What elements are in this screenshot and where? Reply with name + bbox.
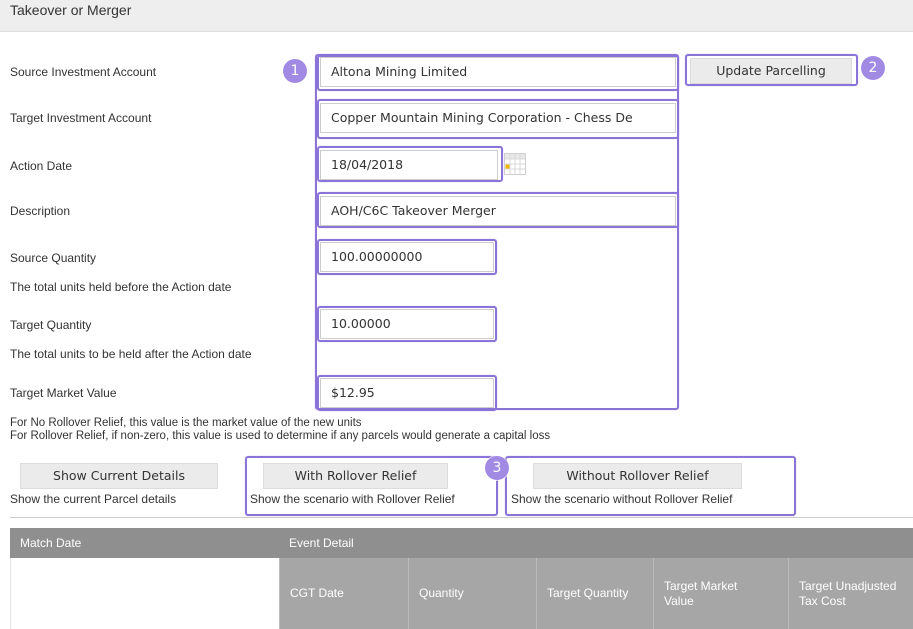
badge-1: 1 <box>283 59 307 83</box>
target-quantity-help: The total units to be held after the Act… <box>10 347 252 361</box>
action-date-input[interactable]: 18/04/2018 <box>320 150 498 180</box>
badge-2: 2 <box>861 56 885 80</box>
source-account-select[interactable]: Altona Mining Limited <box>320 57 676 87</box>
table-header: Match Date Event Detail <box>10 528 913 558</box>
target-account-select[interactable]: Copper Mountain Mining Corporation - Che… <box>320 103 676 133</box>
without-rollover-relief-button[interactable]: Without Rollover Relief <box>533 463 742 489</box>
target-account-label: Target Investment Account <box>10 111 152 125</box>
title-bar: Takeover or Merger <box>0 0 913 32</box>
page-title: Takeover or Merger <box>10 2 132 18</box>
source-quantity-input[interactable]: 100.00000000 <box>320 242 494 272</box>
description-label: Description <box>10 204 71 218</box>
update-parcelling-button[interactable]: Update Parcelling <box>690 58 852 84</box>
with-rollover-relief-help: Show the scenario with Rollover Relief <box>250 492 455 506</box>
source-quantity-help: The total units held before the Action d… <box>10 280 232 294</box>
target-quantity-input[interactable]: 10.00000 <box>320 309 494 339</box>
show-current-details-help: Show the current Parcel details <box>10 492 177 506</box>
column-cgt-date[interactable]: CGT Date <box>279 558 408 629</box>
source-quantity-label: Source Quantity <box>10 251 97 265</box>
source-account-label: Source Investment Account <box>10 65 157 79</box>
column-quantity[interactable]: Quantity <box>408 558 536 629</box>
with-rollover-relief-button[interactable]: With Rollover Relief <box>263 463 448 489</box>
description-input[interactable]: AOH/C6C Takeover Merger <box>320 196 676 226</box>
show-current-details-button[interactable]: Show Current Details <box>20 463 218 489</box>
match-date-cell <box>10 558 279 629</box>
target-quantity-label: Target Quantity <box>10 318 92 332</box>
column-match-date[interactable]: Match Date <box>10 528 81 558</box>
note-no-rollover: For No Rollover Relief, this value is th… <box>10 417 362 429</box>
section-divider <box>10 517 913 518</box>
action-date-label: Action Date <box>10 159 73 173</box>
note-rollover: For Rollover Relief, if non-zero, this v… <box>10 430 551 442</box>
without-rollover-relief-help: Show the scenario without Rollover Relie… <box>511 492 733 506</box>
target-market-value-input[interactable]: $12.95 <box>320 378 494 408</box>
column-target-market-value[interactable]: Target Market Value <box>653 558 788 629</box>
target-market-value-label: Target Market Value <box>10 386 117 400</box>
column-target-unadjusted-tax-cost[interactable]: Target Unadjusted Tax Cost <box>788 558 913 629</box>
column-target-quantity[interactable]: Target Quantity <box>536 558 653 629</box>
badge-3: 3 <box>485 456 509 480</box>
calendar-icon[interactable] <box>504 153 526 175</box>
table-subheader: CGT Date Quantity Target Quantity Target… <box>279 558 913 629</box>
column-event-detail[interactable]: Event Detail <box>279 528 354 558</box>
